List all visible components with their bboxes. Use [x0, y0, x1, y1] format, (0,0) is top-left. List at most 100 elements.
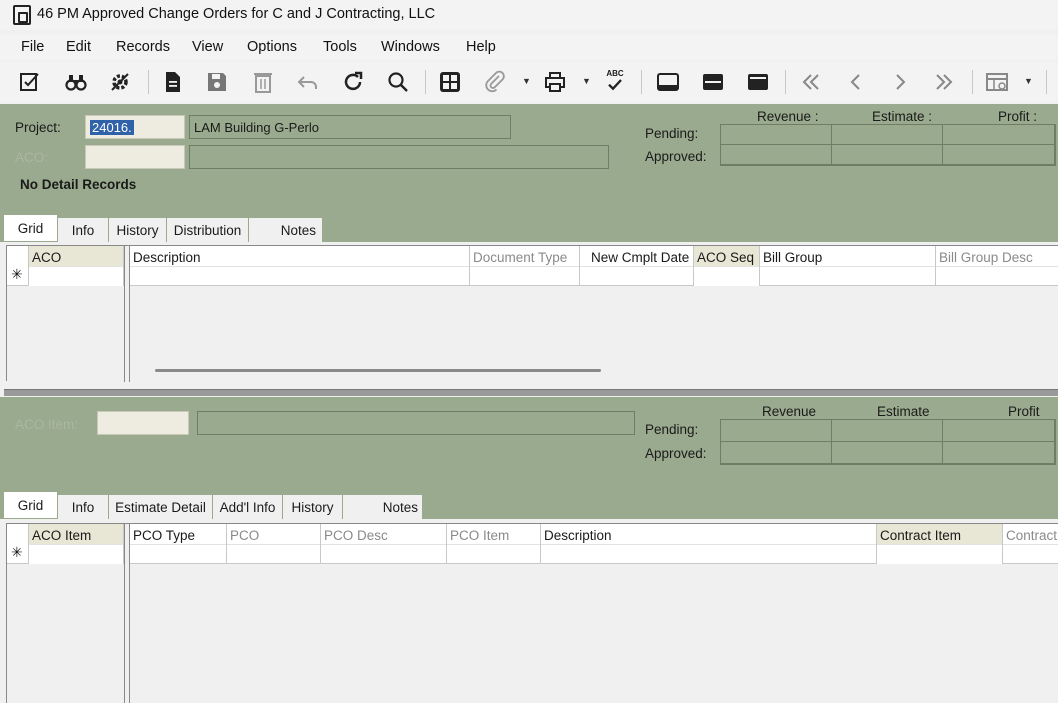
layout-single-icon[interactable] [654, 68, 682, 96]
project-description-field: LAM Building G-Perlo [189, 115, 511, 139]
tab-distribution[interactable]: Distribution [167, 218, 249, 242]
settings-gear-icon[interactable] [106, 68, 134, 96]
aco-grid-header: ✳ ACO Description Document Type New Cmpl… [7, 246, 1058, 382]
column-bill-group[interactable]: Bill Group [760, 246, 936, 286]
item-approved-estimate-cell [832, 442, 943, 464]
column-new-cmplt-date[interactable]: New Cmplt Date [580, 246, 694, 286]
tab-info[interactable]: Info [58, 218, 109, 242]
pco-new-cell[interactable] [227, 544, 320, 564]
aco-item-header-panel: ACO Item: Revenue Estimate Profit Pendin… [0, 397, 1058, 519]
pco-type-new-cell[interactable] [130, 544, 226, 564]
column-pco[interactable]: PCO [227, 524, 321, 564]
tab-addl-info[interactable]: Add'l Info [213, 495, 283, 519]
column-document-type[interactable]: Document Type [470, 246, 580, 286]
menu-options[interactable]: Options [247, 39, 297, 55]
column-item-description-label: Description [544, 528, 612, 543]
grid-options-icon[interactable] [983, 68, 1011, 96]
contract-new-cell[interactable] [1003, 544, 1058, 564]
column-aco[interactable]: ACO [29, 246, 124, 286]
column-aco-item[interactable]: ACO Item [29, 524, 124, 564]
item-estimate-header: Estimate [877, 404, 930, 419]
layout-split-icon[interactable] [699, 68, 727, 96]
refresh-icon[interactable] [339, 68, 367, 96]
tab-item-notes[interactable]: Notes [343, 495, 423, 519]
menu-file[interactable]: File [21, 39, 44, 55]
undo-icon[interactable] [294, 68, 322, 96]
layout-tabbed-icon[interactable] [744, 68, 772, 96]
toolbar: ▼ ▼ ABC ▼ [0, 62, 1058, 102]
search-icon[interactable] [384, 68, 412, 96]
pco-desc-new-cell[interactable] [321, 544, 446, 564]
item-description-new-cell[interactable] [541, 544, 876, 564]
project-input[interactable]: 24016. [85, 115, 185, 139]
menu-tools[interactable]: Tools [323, 39, 357, 55]
item-profit-header: Profit [1008, 404, 1040, 419]
toolbar-separator [641, 70, 642, 94]
approved-estimate-cell [832, 145, 943, 165]
column-item-description[interactable]: Description [541, 524, 877, 564]
menu-records[interactable]: Records [116, 39, 170, 55]
previous-record-icon[interactable] [842, 68, 870, 96]
menu-help[interactable]: Help [466, 39, 496, 55]
revenue-header: Revenue : [757, 109, 819, 124]
column-new-cmplt-date-label: New Cmplt Date [591, 250, 690, 265]
tab-history[interactable]: History [109, 218, 167, 242]
column-pco-type[interactable]: PCO Type [130, 524, 227, 564]
tab-grid[interactable]: Grid [4, 215, 58, 241]
new-cmplt-date-new-cell[interactable] [580, 266, 693, 286]
column-description[interactable]: Description [130, 246, 470, 286]
column-aco-seq[interactable]: ACO Seq [694, 246, 760, 286]
pco-item-new-cell[interactable] [447, 544, 540, 564]
delete-icon[interactable] [249, 68, 277, 96]
item-pending-label: Pending: [645, 422, 699, 437]
menu-windows[interactable]: Windows [381, 39, 440, 55]
attachment-dropdown-icon[interactable]: ▼ [522, 76, 531, 86]
column-contract[interactable]: Contract [1003, 524, 1058, 564]
print-dropdown-icon[interactable]: ▼ [582, 76, 591, 86]
aco-input[interactable] [85, 145, 185, 169]
print-icon[interactable] [541, 68, 569, 96]
new-document-icon[interactable] [159, 68, 187, 96]
tab-item-grid[interactable]: Grid [4, 492, 58, 518]
last-record-icon[interactable] [930, 68, 958, 96]
edit-form-icon[interactable] [16, 68, 44, 96]
tab-notes[interactable]: Notes [249, 218, 323, 242]
tab-estimate-detail[interactable]: Estimate Detail [109, 495, 213, 519]
column-pco-type-label: PCO Type [133, 528, 196, 543]
document-type-new-cell[interactable] [470, 266, 579, 286]
menu-view[interactable]: View [192, 39, 223, 55]
aco-seq-new-cell[interactable] [694, 266, 759, 286]
approved-profit-cell [943, 145, 1055, 165]
menu-edit[interactable]: Edit [66, 39, 91, 55]
next-record-icon[interactable] [886, 68, 914, 96]
contract-item-new-cell[interactable] [877, 544, 1002, 564]
attachment-icon[interactable] [481, 68, 509, 96]
tab-item-info[interactable]: Info [58, 495, 109, 519]
bill-group-new-cell[interactable] [760, 266, 935, 286]
aco-item-input[interactable] [97, 411, 189, 435]
pane-splitter[interactable] [4, 389, 1058, 396]
column-contract-label: Contract [1006, 528, 1058, 543]
column-contract-item-label: Contract Item [880, 528, 962, 543]
horizontal-scrollbar[interactable] [155, 369, 601, 372]
aco-new-cell[interactable] [29, 266, 123, 286]
toolbar-separator [785, 70, 786, 94]
calculator-icon[interactable] [436, 68, 464, 96]
grid-options-dropdown-icon[interactable]: ▼ [1024, 76, 1033, 86]
bill-group-desc-new-cell[interactable] [936, 266, 1058, 286]
description-new-cell[interactable] [130, 266, 469, 286]
estimate-header: Estimate : [872, 109, 933, 124]
aco-item-new-cell[interactable] [29, 544, 123, 564]
column-contract-item[interactable]: Contract Item [877, 524, 1003, 564]
row-indicator-cell: ✳ [7, 266, 28, 286]
column-pco-desc[interactable]: PCO Desc [321, 524, 447, 564]
tab-item-history[interactable]: History [283, 495, 343, 519]
spellcheck-icon[interactable]: ABC [601, 68, 629, 96]
profit-header: Profit : [998, 109, 1038, 124]
column-bill-group-desc[interactable]: Bill Group Desc [936, 246, 1058, 286]
binoculars-find-icon[interactable] [62, 68, 90, 96]
first-record-icon[interactable] [797, 68, 825, 96]
save-icon[interactable] [203, 68, 231, 96]
item-approved-label: Approved: [645, 446, 707, 461]
column-pco-item[interactable]: PCO Item [447, 524, 541, 564]
